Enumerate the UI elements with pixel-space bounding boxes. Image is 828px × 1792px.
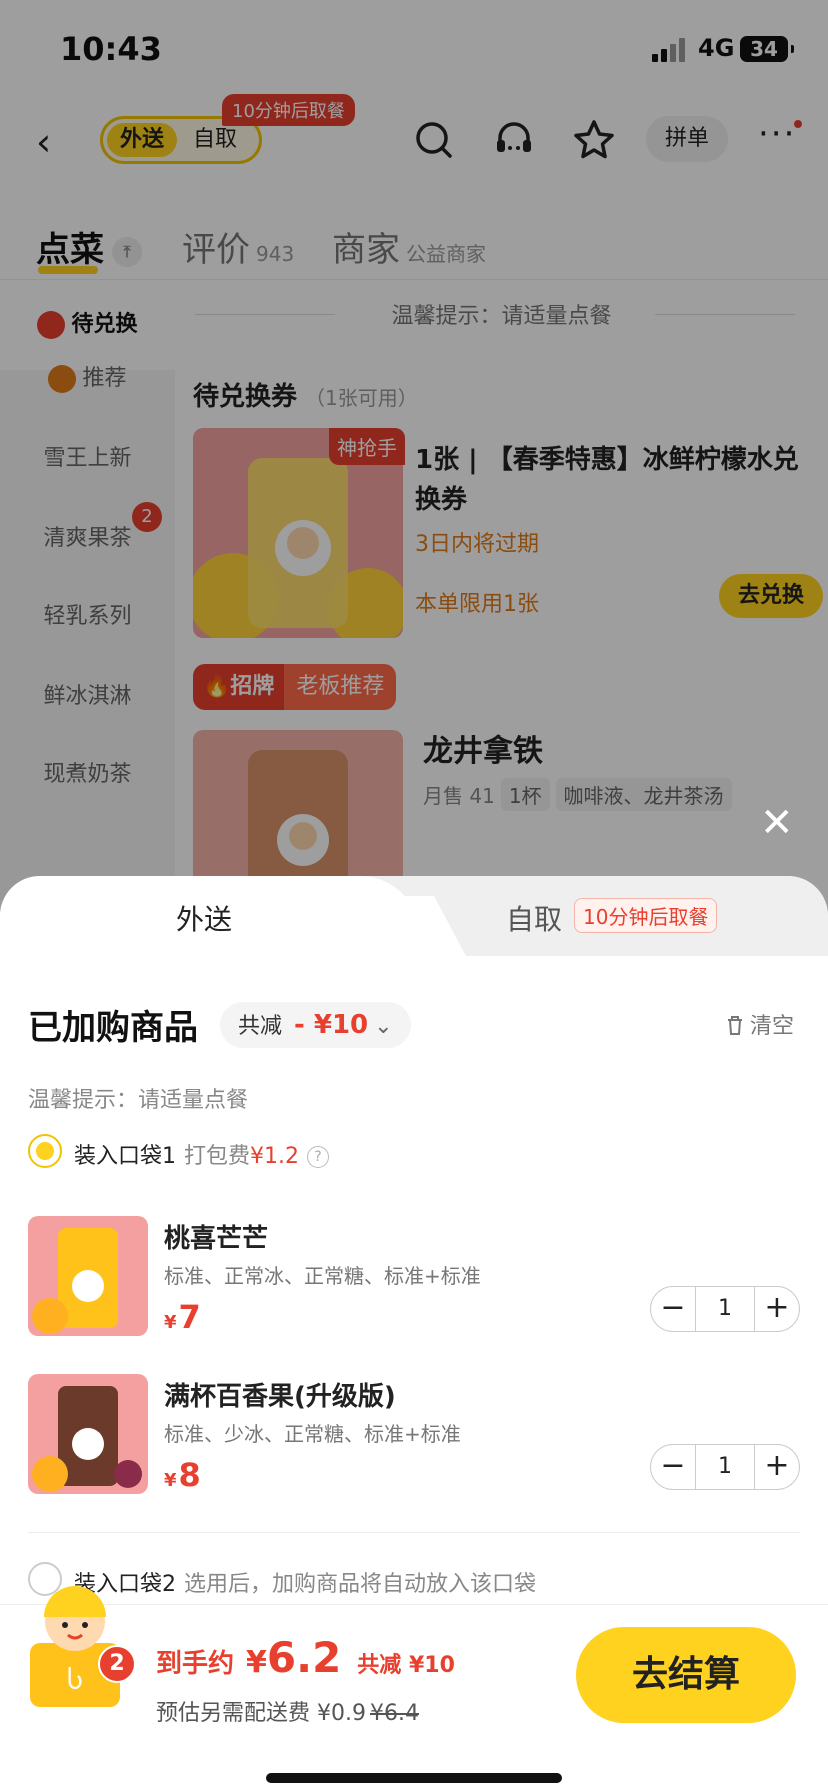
clear-button[interactable]: 清空	[724, 1008, 794, 1040]
cart-sheet: 外送 自取 10分钟后取餐 已加购商品 共减 - ¥10 ⌄ 清空 温馨提示：请适量…	[0, 876, 828, 1792]
sheet-tab-pickup[interactable]: 自取	[506, 898, 562, 938]
price-value: 7	[178, 1298, 201, 1336]
sheet-pickup-tag: 10分钟后取餐	[574, 898, 718, 933]
fee-original: ¥6.4	[370, 1701, 419, 1726]
cart-item: 桃喜芒芒 标准、正常冰、正常糖、标准+标准 ¥7 − 1 +	[28, 1216, 800, 1336]
total-label: 到手约	[156, 1649, 235, 1679]
pack-fee: ¥1.2	[250, 1144, 299, 1169]
delivery-fee-line: 预估另需配送费 ¥0.9 ¥6.4	[156, 1695, 419, 1727]
home-indicator	[266, 1773, 562, 1783]
close-icon[interactable]: ✕	[760, 800, 794, 846]
item-price: ¥8	[164, 1456, 201, 1494]
trash-icon	[728, 1016, 742, 1035]
quantity-stepper: − 1 +	[650, 1286, 800, 1332]
currency: ¥	[164, 1312, 177, 1333]
quantity-value[interactable]: 1	[695, 1287, 755, 1331]
checkout-bar: Ⴑ 2 到手约 ¥6.2 共减 ¥10 预估另需配送费 ¥0.9 ¥6.4 去结算	[0, 1586, 828, 1792]
svg-text:Ⴑ: Ⴑ	[67, 1666, 83, 1696]
discount-label: 共减	[238, 1014, 283, 1039]
sheet-tab-delivery[interactable]: 外送	[176, 898, 232, 938]
chevron-down-icon: ⌄	[374, 1014, 393, 1039]
item-name: 桃喜芒芒	[164, 1224, 269, 1254]
minus-icon[interactable]: −	[651, 1287, 695, 1331]
discount-pill[interactable]: 共减 - ¥10 ⌄	[220, 1002, 411, 1048]
question-icon[interactable]: ?	[307, 1146, 329, 1168]
total-amount: 6.2	[266, 1633, 342, 1682]
minus-icon[interactable]: −	[651, 1445, 695, 1489]
total-currency: ¥	[246, 1645, 267, 1680]
total-saved: 共减 ¥10	[357, 1653, 455, 1678]
cart-count-badge: 2	[98, 1645, 136, 1683]
quantity-value[interactable]: 1	[695, 1445, 755, 1489]
fee-label: 预估另需配送费	[156, 1701, 311, 1726]
item-image	[28, 1216, 148, 1336]
bag1-text: 装入口袋1	[74, 1144, 176, 1169]
bag2-label: 装入口袋2 选用后，加购商品将自动放入该口袋	[74, 1566, 536, 1598]
checkout-button[interactable]: 去结算	[576, 1627, 796, 1723]
pack-fee-label: 打包费	[184, 1144, 251, 1169]
fee-value: ¥0.9	[317, 1701, 366, 1726]
currency: ¥	[164, 1470, 177, 1491]
item-image	[28, 1374, 148, 1494]
item-spec: 标准、正常冰、正常糖、标准+标准	[164, 1264, 481, 1288]
price-value: 8	[178, 1456, 201, 1494]
sheet-mode-tabs: 外送 自取 10分钟后取餐	[0, 876, 828, 956]
bag1-label: 装入口袋1 打包费¥1.2?	[74, 1138, 329, 1170]
quantity-stepper: − 1 +	[650, 1444, 800, 1490]
item-price: ¥7	[164, 1298, 201, 1336]
cart-tip: 温馨提示：请适量点餐	[28, 1088, 249, 1113]
divider	[28, 1532, 800, 1533]
total-line: 到手约 ¥6.2 共减 ¥10	[156, 1633, 455, 1682]
bag2-note: 选用后，加购商品将自动放入该口袋	[184, 1572, 537, 1597]
discount-value: - ¥10	[294, 1010, 369, 1040]
cart-title: 已加购商品	[28, 1008, 198, 1048]
item-spec: 标准、少冰、正常糖、标准+标准	[164, 1422, 461, 1446]
clear-label: 清空	[750, 1014, 795, 1039]
plus-icon[interactable]: +	[755, 1287, 799, 1331]
plus-icon[interactable]: +	[755, 1445, 799, 1489]
cart-item: 满杯百香果(升级版) 标准、少冰、正常糖、标准+标准 ¥8 − 1 +	[28, 1374, 800, 1494]
bag1-radio[interactable]	[28, 1134, 62, 1168]
item-name: 满杯百香果(升级版)	[164, 1382, 396, 1412]
